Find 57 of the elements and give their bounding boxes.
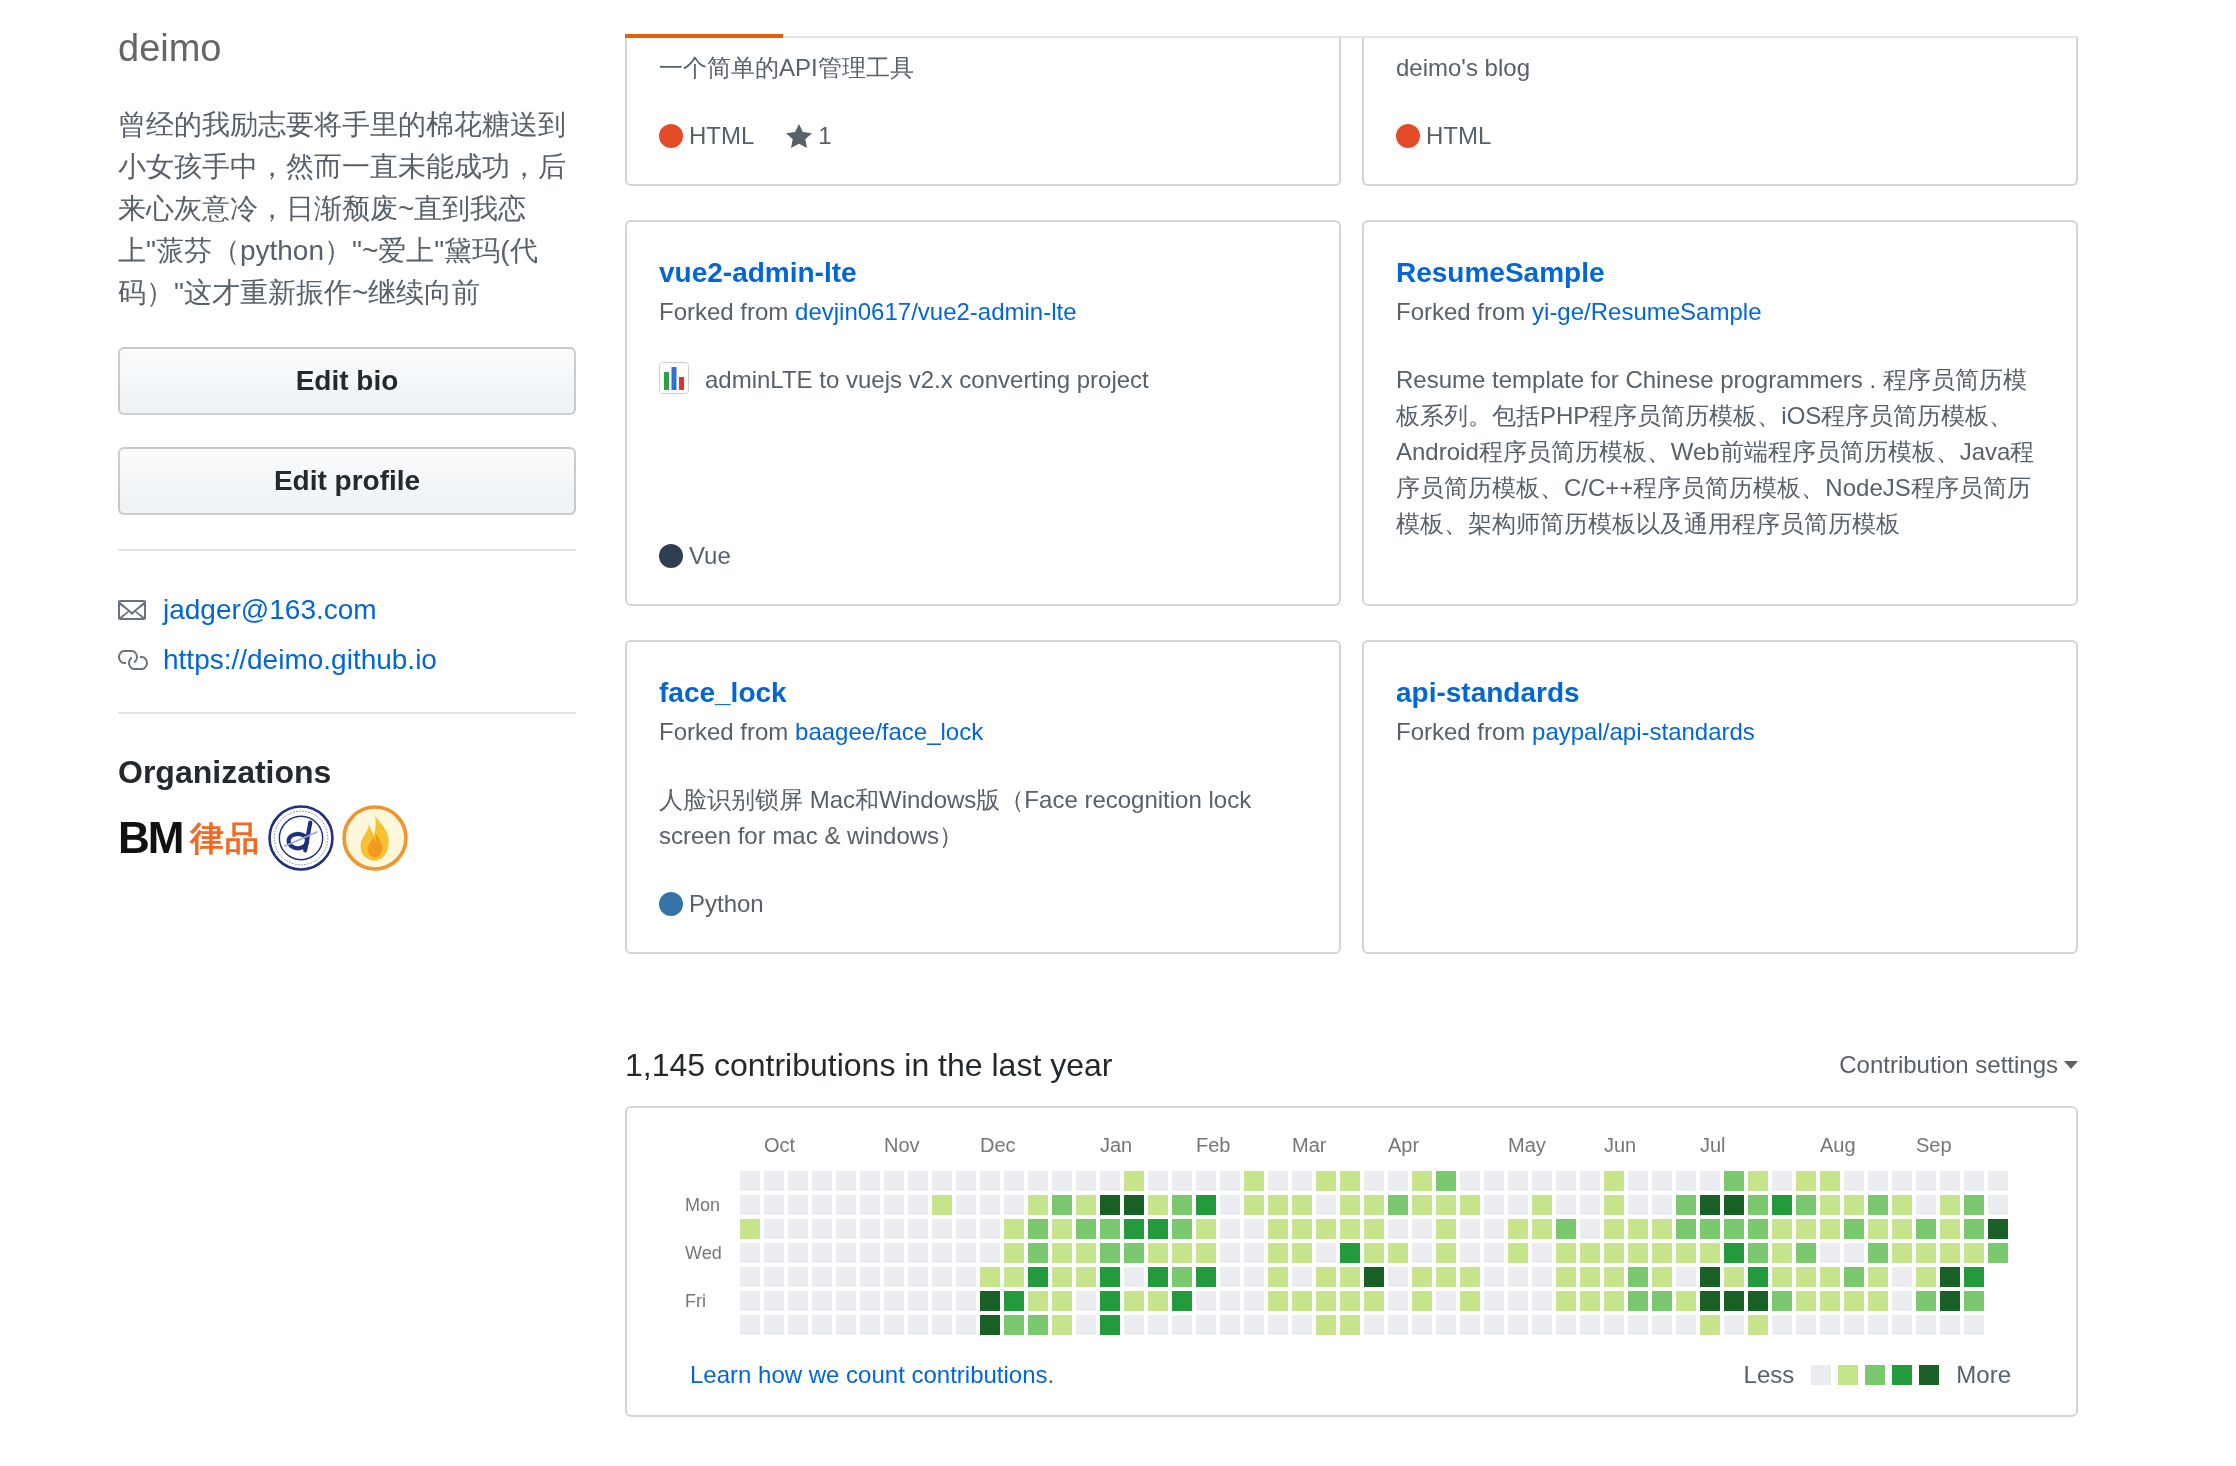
email-link[interactable]: jadger@163.com xyxy=(163,589,377,631)
mail-icon xyxy=(118,600,146,620)
legend-more-label: More xyxy=(1956,1360,2011,1390)
repo-name-link[interactable]: ResumeSample xyxy=(1396,252,1605,294)
repo-name-link[interactable]: api-standards xyxy=(1396,672,1580,714)
language-name: Python xyxy=(689,889,764,919)
contribution-help-text: Learn how we count contributions. xyxy=(690,1360,1055,1390)
organization-wordmark[interactable]: BM xyxy=(118,805,183,871)
repo-description: deimo's blog xyxy=(1396,53,1530,83)
legend-less-label: Less xyxy=(1743,1360,1795,1390)
repo-name-link[interactable]: vue2-admin-lte xyxy=(659,252,857,294)
month-label: Mar xyxy=(1292,1134,1327,1156)
month-label: Apr xyxy=(1388,1134,1420,1156)
repo-description: Resume template for Chinese programmers . 程序员简历模板系列。包括PHP程序员简历模板、iOS程序员简历模板、Android程序员简历模板、Web前端程序员简历模板、Java程序员简历模板、C/C++程序员简历模板、NodeJS程序员简历模板、架构师简历模板以及通用程序员简历模板 xyxy=(1396,365,2036,539)
repo-name-link[interactable]: face_lock xyxy=(659,672,787,714)
month-label: Aug xyxy=(1820,1134,1856,1156)
caret-icon xyxy=(2064,1061,2078,1069)
month-label: Nov xyxy=(884,1134,920,1156)
organizations-heading: Organizations xyxy=(118,753,332,792)
weekday-label: Mon xyxy=(685,1195,720,1215)
month-label: Oct xyxy=(764,1134,796,1156)
repo-description: adminLTE to vuejs v2.x converting project xyxy=(705,365,1149,395)
repo-description: 人脸识别锁屏 Mac和Windows版（Face recognition lock screen for mac & windows） xyxy=(659,785,1253,851)
month-label: Jun xyxy=(1604,1134,1637,1156)
forked-from-text: Forked from baagee/face_lock xyxy=(659,717,984,747)
language-name: HTML xyxy=(689,121,755,151)
language-name: HTML xyxy=(1426,121,1492,151)
weekday-label: Fri xyxy=(685,1291,706,1311)
contribution-settings-dropdown[interactable]: Contribution settings xyxy=(1839,1047,2078,1083)
forked-from-text: Forked from devjin0617/vue2-admin-lte xyxy=(659,297,1077,327)
profile-username: deimo xyxy=(118,26,222,71)
star-count[interactable]: 1 xyxy=(818,118,832,154)
weekday-label: Wed xyxy=(685,1243,722,1263)
fork-source-link[interactable]: yi-ge/ResumeSample xyxy=(1532,298,1762,325)
forked-from-text: Forked from paypal/api-standards xyxy=(1396,717,1755,747)
link-icon xyxy=(118,650,148,670)
learn-more-link[interactable]: Learn how we count contributions xyxy=(690,1361,1048,1388)
repo-description: 一个简单的API管理工具 xyxy=(659,53,914,83)
month-label: Sep xyxy=(1916,1134,1952,1156)
month-label: Jan xyxy=(1100,1134,1133,1156)
month-label: Jul xyxy=(1700,1134,1726,1156)
month-label: Dec xyxy=(980,1134,1016,1156)
website-link[interactable]: https://deimo.github.io xyxy=(163,639,437,681)
language-name: Vue xyxy=(689,541,731,571)
fork-source-link[interactable]: paypal/api-standards xyxy=(1532,718,1755,745)
contributions-heading: 1,145 contributions in the last year xyxy=(625,1046,1113,1085)
profile-bio: 曾经的我励志要将手里的棉花糖送到小女孩手中，然而一直未能成功，后来心灰意冷，日渐颓废~直到我恋上"蒎芬（python）"~爱上"黛玛(代码）"这才重新振作~继续向前 xyxy=(118,108,567,310)
edit-profile-button[interactable]: Edit profile xyxy=(118,447,576,515)
star-icon xyxy=(786,124,813,148)
forked-from-text: Forked from yi-ge/ResumeSample xyxy=(1396,297,1762,327)
fork-source-link[interactable]: devjin0617/vue2-admin-lte xyxy=(795,298,1077,325)
month-label: Feb xyxy=(1196,1134,1231,1156)
month-label: May xyxy=(1508,1134,1546,1156)
fork-source-link[interactable]: baagee/face_lock xyxy=(795,718,984,745)
edit-bio-button[interactable]: Edit bio xyxy=(118,347,576,415)
organization-wordmark[interactable]: 律品 xyxy=(190,805,261,871)
university-seal-icon[interactable] xyxy=(268,805,335,871)
